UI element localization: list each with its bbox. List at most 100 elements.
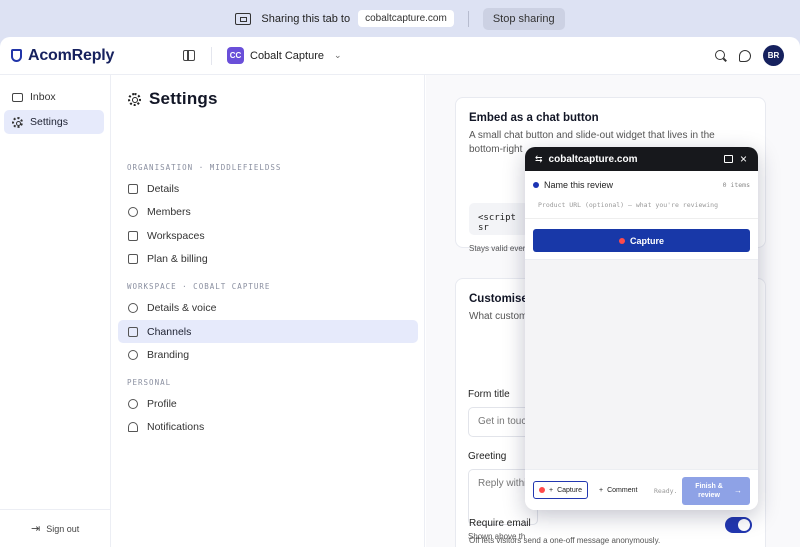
page-title: Settings bbox=[128, 89, 218, 109]
sidebar-item-inbox[interactable]: Inbox bbox=[4, 85, 104, 109]
status-text: Ready. bbox=[654, 487, 678, 495]
nav-item-label: Plan & billing bbox=[147, 252, 208, 265]
gear-icon bbox=[128, 302, 138, 313]
widget-domain: cobaltcapture.com bbox=[548, 153, 638, 165]
search-icon[interactable] bbox=[715, 49, 727, 62]
capture-button[interactable]: Capture bbox=[533, 229, 750, 252]
chat-widget-panel: ⇆ cobaltcapture.com × Name this review 0… bbox=[525, 147, 758, 510]
section-label-workspace: WORKSPACE · COBALT CAPTURE bbox=[127, 282, 271, 291]
sidebar-item-settings[interactable]: Settings bbox=[4, 110, 104, 134]
widget-header: ⇆ cobaltcapture.com × bbox=[525, 147, 758, 171]
finish-review-label: Finish & review bbox=[695, 483, 723, 499]
external-link-icon bbox=[128, 326, 138, 337]
top-bar: AcomReply CC Cobalt Capture ⌄ BR bbox=[0, 37, 800, 75]
arrow-right-icon: → bbox=[734, 486, 742, 495]
credit-card-icon bbox=[128, 253, 138, 264]
document-icon bbox=[128, 183, 138, 194]
sign-out-label: Sign out bbox=[46, 523, 80, 534]
screen-share-icon bbox=[235, 12, 252, 25]
capture-button-label: Capture bbox=[629, 235, 664, 246]
layers-icon bbox=[128, 230, 138, 241]
close-icon[interactable]: × bbox=[740, 152, 747, 166]
nav-item-profile[interactable]: Profile bbox=[118, 392, 418, 415]
greeting-label: Greeting bbox=[468, 451, 507, 462]
page-title-text: Settings bbox=[149, 89, 218, 108]
workspace-name: Cobalt Capture bbox=[250, 49, 324, 62]
capture-canvas bbox=[525, 259, 758, 469]
avatar[interactable]: BR bbox=[763, 45, 784, 66]
divider bbox=[467, 10, 469, 27]
add-capture-button[interactable]: + Capture bbox=[533, 481, 588, 499]
nav-item-label: Profile bbox=[147, 397, 177, 410]
users-icon bbox=[128, 206, 138, 217]
tab-sharing-bar: Sharing this tab to cobaltcapture.com St… bbox=[0, 0, 800, 37]
sidebar-item-label: Inbox bbox=[30, 91, 56, 103]
top-bar-actions: BR bbox=[715, 45, 784, 66]
finish-review-button[interactable]: Finish & review → bbox=[682, 477, 750, 505]
sharing-text: Sharing this tab to bbox=[261, 12, 351, 25]
add-capture-label: Capture bbox=[557, 486, 582, 494]
chevron-down-icon: ⌄ bbox=[334, 50, 342, 60]
require-email-toggle[interactable] bbox=[725, 517, 752, 533]
nav-item-notifications[interactable]: Notifications bbox=[118, 415, 418, 438]
sign-out-icon: ⇥ bbox=[31, 523, 41, 535]
require-email-label: Require email bbox=[469, 518, 531, 529]
embed-title: Embed as a chat button bbox=[469, 112, 599, 124]
review-name-field[interactable]: Name this review bbox=[544, 180, 613, 190]
nav-item-label: Notifications bbox=[147, 420, 205, 433]
sidebar-item-label: Settings bbox=[30, 116, 68, 128]
primary-sidebar: Inbox Settings ⇥ Sign out bbox=[0, 75, 111, 547]
app-logo[interactable]: AcomReply bbox=[11, 47, 114, 65]
drag-handle-icon[interactable]: ⇆ bbox=[535, 154, 542, 165]
workspace-switcher[interactable]: CC Cobalt Capture ⌄ bbox=[227, 47, 342, 64]
section-label-personal: PERSONAL bbox=[127, 378, 172, 387]
bell-icon bbox=[128, 421, 138, 432]
nav-item-label: Details bbox=[147, 182, 180, 195]
plus-icon: + bbox=[549, 486, 554, 494]
add-comment-button[interactable]: + Comment bbox=[593, 481, 644, 499]
user-icon bbox=[128, 398, 138, 409]
customise-title: Customise bbox=[469, 293, 528, 305]
status-dot bbox=[533, 182, 539, 188]
record-icon bbox=[539, 487, 545, 493]
nav-item-members[interactable]: Members bbox=[118, 200, 418, 223]
nav-item-details-voice[interactable]: Details & voice bbox=[118, 296, 418, 319]
section-label-organisation: ORGANISATION · MIDDLEFIELDSS bbox=[127, 163, 282, 172]
form-title-label: Form title bbox=[468, 389, 510, 400]
nav-item-org-details[interactable]: Details bbox=[118, 177, 418, 200]
items-count: 0 items bbox=[722, 181, 750, 189]
product-url-input[interactable]: Product URL (optional) — what you're rev… bbox=[525, 199, 758, 219]
review-name-row[interactable]: Name this review 0 items bbox=[525, 171, 758, 199]
nav-item-workspaces[interactable]: Workspaces bbox=[118, 224, 418, 247]
nav-item-channels[interactable]: Channels bbox=[118, 320, 418, 343]
widget-footer: + Capture + Comment Ready. Finish & revi… bbox=[525, 469, 758, 510]
divider bbox=[211, 47, 212, 65]
sharing-domain: cobaltcapture.com bbox=[358, 10, 454, 27]
logo-icon bbox=[11, 49, 22, 62]
stop-sharing-button[interactable]: Stop sharing bbox=[482, 7, 565, 30]
nav-item-label: Workspaces bbox=[147, 229, 205, 242]
palette-icon bbox=[128, 349, 138, 360]
embed-note: Stays valid ever bbox=[469, 244, 526, 253]
workspace-badge: CC bbox=[227, 47, 244, 64]
record-icon bbox=[618, 237, 625, 244]
nav-item-label: Branding bbox=[147, 348, 190, 361]
nav-item-branding[interactable]: Branding bbox=[118, 343, 418, 366]
chat-icon[interactable] bbox=[739, 49, 751, 62]
add-comment-label: Comment bbox=[607, 486, 638, 494]
gear-icon bbox=[12, 116, 23, 128]
expand-icon[interactable] bbox=[724, 155, 733, 163]
nav-item-label: Channels bbox=[147, 325, 192, 338]
sign-out-button[interactable]: ⇥ Sign out bbox=[0, 509, 110, 547]
nav-item-label: Details & voice bbox=[147, 301, 217, 314]
settings-nav: Settings ORGANISATION · MIDDLEFIELDSS De… bbox=[111, 75, 425, 547]
require-email-note: Off lets visitors send a one-off message… bbox=[469, 536, 661, 545]
logo-text: AcomReply bbox=[28, 46, 115, 64]
nav-item-plan-billing[interactable]: Plan & billing bbox=[118, 247, 418, 270]
app-window: AcomReply CC Cobalt Capture ⌄ BR Inbox S… bbox=[0, 37, 800, 547]
plus-icon: + bbox=[599, 486, 604, 494]
inbox-icon bbox=[12, 92, 23, 102]
embed-code-snippet[interactable]: <script sr bbox=[469, 203, 529, 235]
sidebar-toggle-icon[interactable] bbox=[183, 50, 195, 61]
gear-icon bbox=[128, 92, 141, 106]
